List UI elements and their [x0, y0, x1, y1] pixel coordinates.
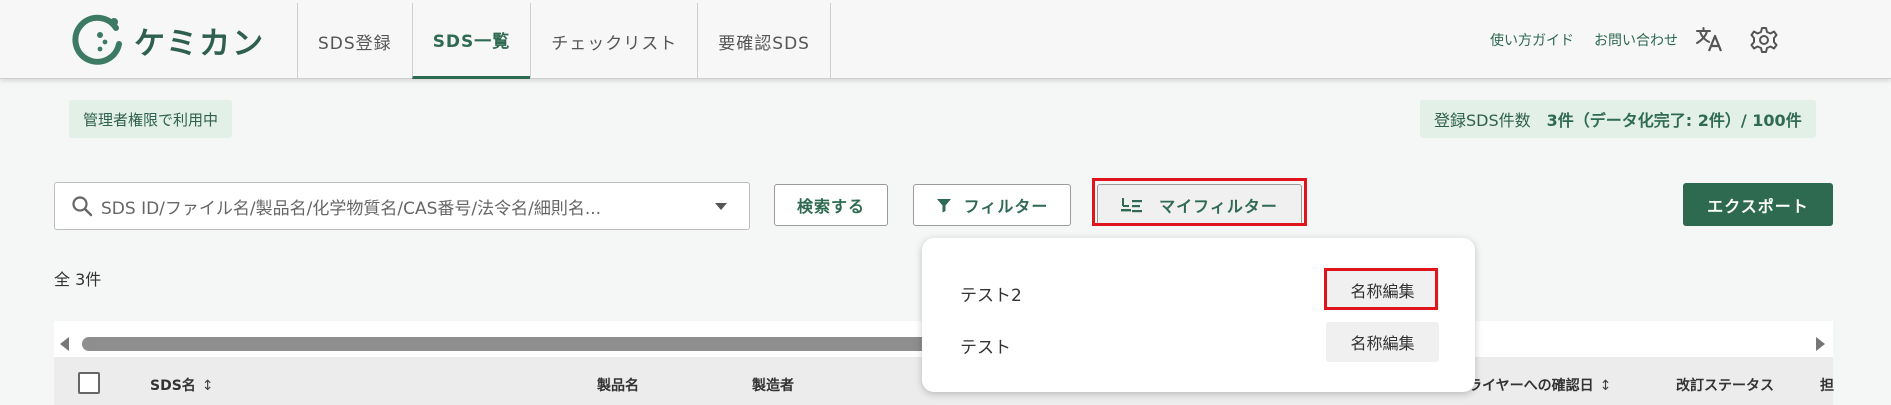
horizontal-scrollbar-thumb[interactable] [82, 337, 942, 351]
tab-checklist[interactable]: チェックリスト [530, 3, 697, 79]
tab-sds-needs-review[interactable]: 要確認SDS [697, 3, 831, 79]
column-header-manufacturer[interactable]: 製造者 [752, 375, 794, 395]
tab-sds-list[interactable]: SDS一覧 [411, 3, 531, 79]
filter-button-label: フィルター [963, 197, 1049, 216]
my-filter-item-name[interactable]: テスト2 [960, 281, 1022, 306]
app-logo[interactable]: ケミカン [72, 14, 265, 66]
logo-text: ケミカン [134, 25, 266, 62]
tab-sds-register[interactable]: SDS登録 [297, 3, 412, 79]
my-filter-item-name[interactable]: テスト [960, 333, 1011, 358]
sds-count-label: 登録SDS件数 [1434, 111, 1531, 130]
column-header-sds-name[interactable]: SDS名 ↕ [150, 375, 214, 395]
translate-icon[interactable] [1694, 24, 1724, 54]
admin-mode-badge: 管理者権限で利用中 [69, 100, 233, 138]
sort-icon[interactable]: ↕ [1600, 378, 1612, 394]
select-all-checkbox[interactable] [78, 372, 100, 394]
export-button[interactable]: エクスポート [1683, 183, 1833, 226]
filter-funnel-icon [936, 199, 951, 213]
main-nav-tabs: SDS登録 SDS一覧 チェックリスト 要確認SDS [297, 3, 831, 79]
column-header-truncated[interactable]: 担 [1820, 375, 1834, 395]
result-total-count: 全 3件 [54, 270, 102, 289]
logo-mark-icon [72, 14, 122, 65]
search-input[interactable]: SDS ID/ファイル名/製品名/化学物質名/CAS番号/法令名/細則名... [54, 182, 750, 230]
sort-icon[interactable]: ↕ [202, 378, 214, 394]
header-links: 使い方ガイド お問い合わせ [1490, 30, 1678, 50]
sds-count-value: 3件（データ化完了: 2件）/ 100件 [1546, 111, 1802, 130]
search-placeholder: SDS ID/ファイル名/製品名/化学物質名/CAS番号/法令名/細則名... [101, 198, 602, 219]
my-filter-menu: テスト2 名称編集 テスト 名称編集 [922, 238, 1475, 392]
scroll-left-arrow-icon[interactable] [60, 337, 69, 351]
app-header: ケミカン SDS登録 SDS一覧 チェックリスト 要確認SDS 使い方ガイド お… [0, 0, 1891, 79]
rename-filter-button[interactable]: 名称編集 [1326, 322, 1439, 362]
guide-link[interactable]: 使い方ガイド [1490, 30, 1574, 50]
gear-icon[interactable] [1750, 26, 1778, 54]
scroll-right-arrow-icon[interactable] [1816, 337, 1825, 351]
column-header-label: SDS名 [150, 378, 196, 394]
sds-count-badge: 登録SDS件数 3件（データ化完了: 2件）/ 100件 [1420, 100, 1816, 138]
chevron-down-icon[interactable] [715, 203, 727, 210]
contact-link[interactable]: お問い合わせ [1594, 30, 1678, 50]
column-header-revision-status[interactable]: 改訂ステータス [1676, 375, 1774, 395]
my-filter-highlight-box [1092, 178, 1307, 226]
rename-highlight-box [1324, 268, 1438, 310]
search-button[interactable]: 検索する [774, 184, 888, 226]
filter-button[interactable]: フィルター [913, 184, 1071, 226]
search-icon [72, 196, 93, 217]
column-header-product-name[interactable]: 製品名 [597, 375, 639, 395]
